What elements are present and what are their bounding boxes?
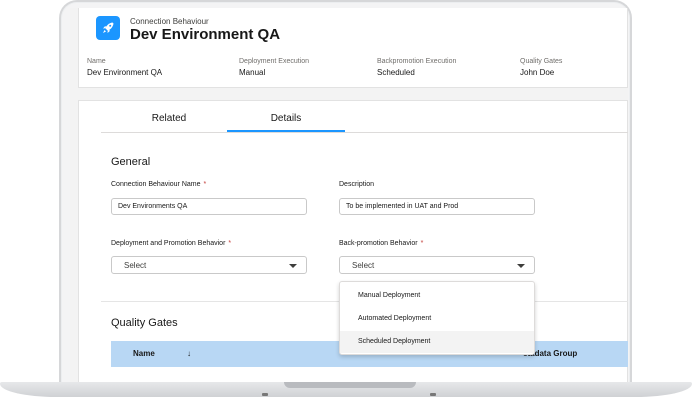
deployment-promotion-behavior-select[interactable]: Select xyxy=(111,256,307,274)
select-value: Select xyxy=(124,261,147,270)
required-marker: * xyxy=(228,240,232,247)
field-value: Dev Environment QA xyxy=(87,68,163,77)
header-field-deployment-execution: Deployment Execution Manual xyxy=(239,58,309,77)
connection-behaviour-name-input[interactable]: Dev Environments QA xyxy=(111,198,307,215)
details-card: Related Details General Connection Behav… xyxy=(78,100,628,384)
field-value: Manual xyxy=(239,68,266,77)
back-promotion-behavior-dropdown: Manual Deployment Automated Deployment S… xyxy=(339,281,535,355)
header-field-quality-gates: Quality Gates John Doe xyxy=(520,58,562,77)
dropdown-option-scheduled-deployment[interactable]: Scheduled Deployment xyxy=(340,331,534,353)
description-input[interactable]: To be implemented in UAT and Prod xyxy=(339,198,535,215)
field-label: Quality Gates xyxy=(520,58,563,65)
field-value[interactable]: John Doe xyxy=(520,68,562,77)
laptop-notch xyxy=(284,382,416,388)
required-marker: * xyxy=(203,181,207,188)
dropdown-option-automated-deployment[interactable]: Automated Deployment xyxy=(340,308,534,330)
label-text: Deployment and Promotion Behavior xyxy=(111,240,226,247)
record-header: Connection Behaviour Dev Environment QA … xyxy=(78,8,628,88)
tab-related[interactable]: Related xyxy=(119,113,219,124)
tab-details[interactable]: Details xyxy=(227,113,345,124)
field-label: Deployment Execution xyxy=(239,58,310,65)
label-text: Connection Behaviour Name xyxy=(111,181,201,188)
select-value: Select xyxy=(352,261,375,270)
column-header-name[interactable]: Name xyxy=(133,349,155,358)
deployment-promotion-behavior-label: Deployment and Promotion Behavior * xyxy=(111,240,231,247)
rocket-icon xyxy=(96,16,120,40)
section-title-general: General xyxy=(111,156,151,168)
field-label: Name xyxy=(87,58,106,65)
header-field-name: Name Dev Environment QA xyxy=(87,58,162,77)
chevron-down-icon xyxy=(289,264,297,268)
tab-details-active-indicator xyxy=(227,130,345,132)
record-type-label: Connection Behaviour xyxy=(130,17,209,26)
field-label: Backpromotion Execution xyxy=(377,58,457,65)
dropdown-option-manual-deployment[interactable]: Manual Deployment xyxy=(340,285,534,307)
laptop-foot xyxy=(430,393,436,396)
tabs-divider xyxy=(101,132,628,133)
record-title: Dev Environment QA xyxy=(130,26,281,43)
chevron-down-icon xyxy=(517,264,525,268)
connection-behaviour-name-label: Connection Behaviour Name * xyxy=(111,181,206,188)
back-promotion-behavior-select[interactable]: Select xyxy=(339,256,535,274)
laptop-foot xyxy=(262,393,268,396)
header-field-backpromotion-execution: Backpromotion Execution Scheduled xyxy=(377,58,456,77)
label-text: Back-promotion Behavior xyxy=(339,240,418,247)
back-promotion-behavior-label: Back-promotion Behavior * xyxy=(339,240,423,247)
description-label: Description xyxy=(339,181,375,188)
arrow-down-icon[interactable]: ↓ xyxy=(187,349,191,358)
required-marker: * xyxy=(420,240,424,247)
screen: Connection Behaviour Dev Environment QA … xyxy=(70,8,628,384)
section-title-quality-gates: Quality Gates xyxy=(111,317,178,329)
field-value: Scheduled xyxy=(377,68,415,77)
